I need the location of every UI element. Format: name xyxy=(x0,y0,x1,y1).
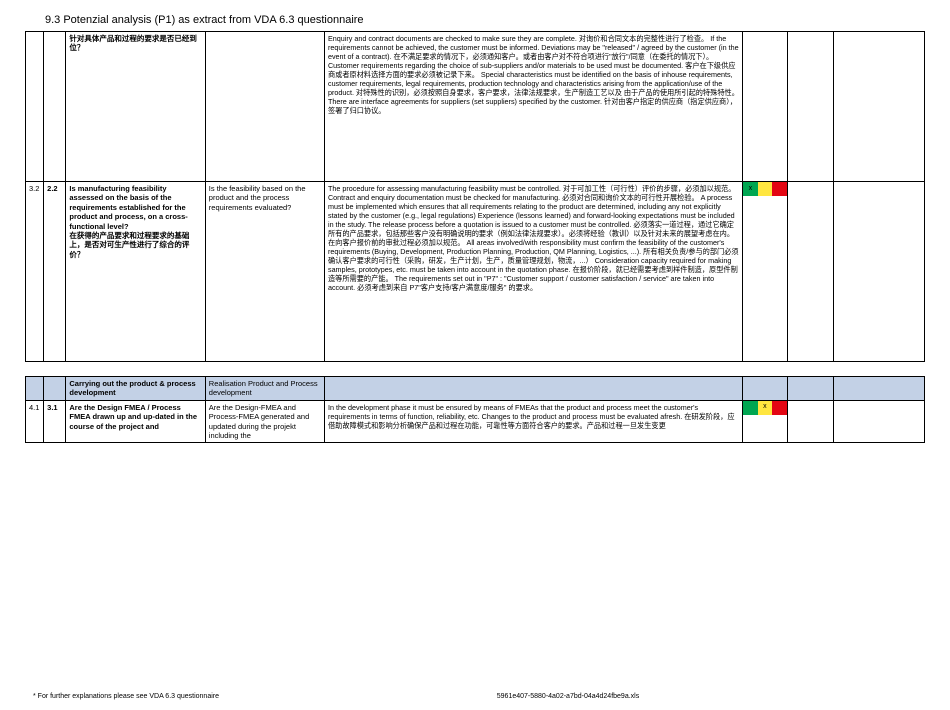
status-yellow: x xyxy=(758,401,772,415)
section-header-eval: Realisation Product and Process developm… xyxy=(205,377,324,401)
page-footer: * For further explanations please see VD… xyxy=(25,693,925,700)
question-cell: 针对具体产品和过程的要求是否已经到位？ xyxy=(66,32,205,182)
row-index: 4.1 xyxy=(26,400,44,443)
status-green xyxy=(743,401,757,415)
requirements-cell: In the development phase it must be ensu… xyxy=(324,400,742,443)
section-header-q: Carrying out the product & process devel… xyxy=(66,377,205,401)
question-cell: Is manufacturing feasibility assessed on… xyxy=(66,182,205,362)
status-green: x xyxy=(743,182,757,196)
requirements-cell: Enquiry and contract documents are check… xyxy=(324,32,742,182)
eval-cell: Is the feasibility based on the product … xyxy=(205,182,324,362)
requirements-cell: The procedure for assessing manufacturin… xyxy=(324,182,742,362)
table-row: 4.1 3.1 Are the Design FMEA / Process FM… xyxy=(26,400,925,443)
main-table: 针对具体产品和过程的要求是否已经到位？ Enquiry and contract… xyxy=(25,31,925,362)
section-header-row: Carrying out the product & process devel… xyxy=(26,377,925,401)
status-yellow xyxy=(758,182,772,196)
footer-note: * For further explanations please see VD… xyxy=(33,693,219,700)
table-row: 针对具体产品和过程的要求是否已经到位？ Enquiry and contract… xyxy=(26,32,925,182)
row-index: 3.2 xyxy=(26,182,44,362)
page-title: 9.3 Potenzial analysis (P1) as extract f… xyxy=(45,14,925,26)
footer-filename: 5961e407-5880-4a02-a7bd-04a4d24fbe9a.xls xyxy=(497,693,639,700)
eval-cell: Are the Design-FMEA and Process-FMEA gen… xyxy=(205,400,324,443)
row-subindex: 2.2 xyxy=(44,182,66,362)
second-table: Carrying out the product & process devel… xyxy=(25,376,925,443)
status-cell: x xyxy=(743,182,787,362)
status-cell: x xyxy=(743,400,787,443)
status-red xyxy=(772,182,786,196)
status-red xyxy=(772,401,786,415)
question-cell: Are the Design FMEA / Process FMEA drawn… xyxy=(66,400,205,443)
row-subindex: 3.1 xyxy=(44,400,66,443)
table-row: 3.2 2.2 Is manufacturing feasibility ass… xyxy=(26,182,925,362)
